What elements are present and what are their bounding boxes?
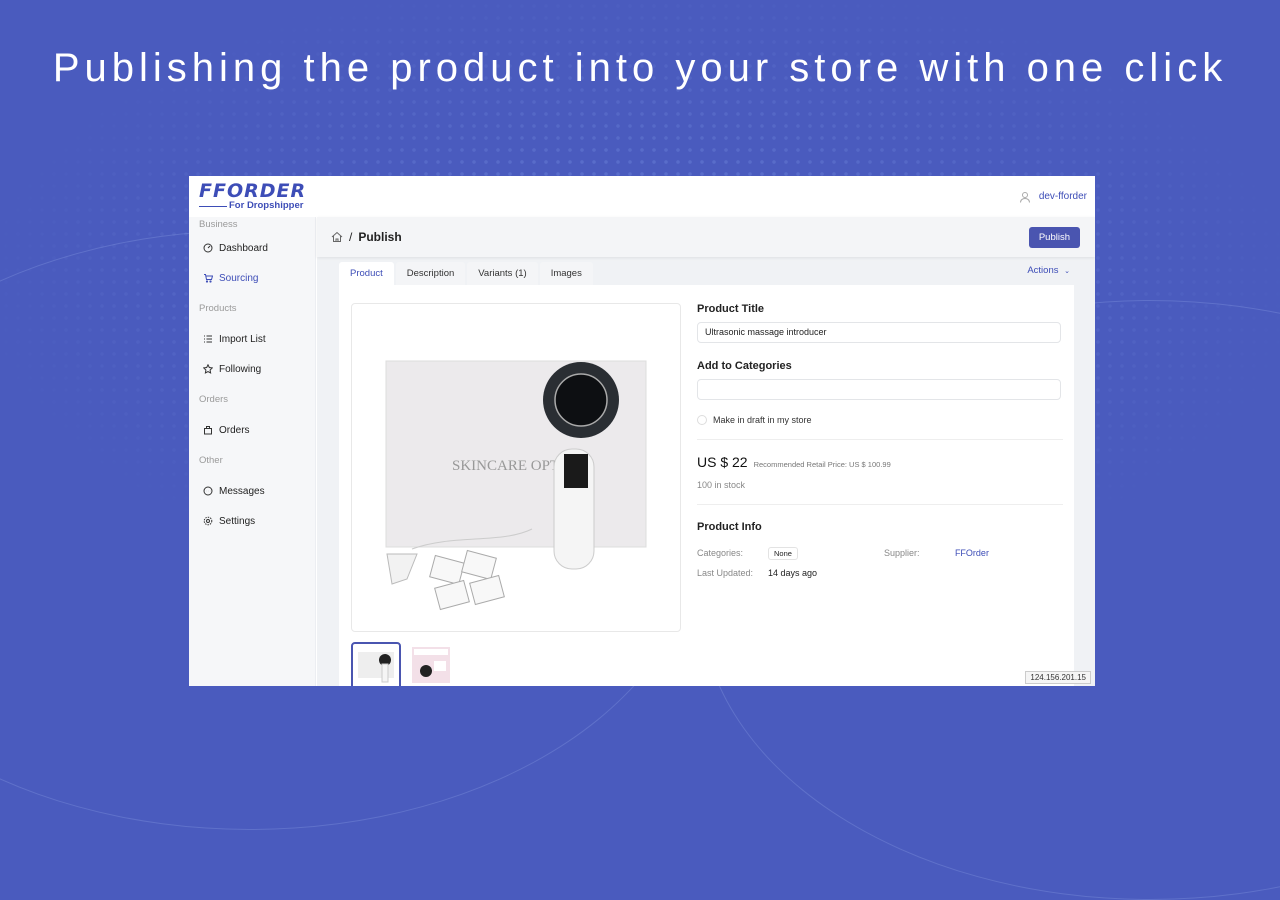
cart-icon xyxy=(204,274,213,283)
divider xyxy=(697,504,1063,505)
thumbnail[interactable] xyxy=(407,642,457,686)
thumbnail-image xyxy=(358,652,394,683)
radio-circle[interactable] xyxy=(697,415,707,425)
product-title-input[interactable]: Ultrasonic massage introducer xyxy=(697,322,1061,343)
thumbnail-strip xyxy=(351,642,457,686)
star-icon xyxy=(203,364,213,374)
product-panel: SKINCARE OPTIC Product Title Ultrasonic … xyxy=(339,285,1074,686)
categories-input[interactable] xyxy=(697,379,1061,400)
supplier-key: Supplier: xyxy=(883,548,920,558)
product-title-label: Product Title xyxy=(697,303,765,315)
sidebar-item-dashboard[interactable]: Dashboard xyxy=(189,233,315,263)
updated-value: 14 days ago xyxy=(768,568,818,578)
categories-key: Categories: xyxy=(697,548,744,558)
logo-sub: For Dropshipper xyxy=(199,201,306,211)
sidebar-item-label: Messages xyxy=(219,485,265,497)
sidebar-item-label: Following xyxy=(219,363,262,375)
gear-icon xyxy=(203,516,213,526)
user-menu[interactable]: dev-fforder xyxy=(1019,191,1087,203)
product-info-title: Product Info xyxy=(697,521,762,533)
sidebar-item-label: Import List xyxy=(219,333,266,345)
dashboard-icon xyxy=(203,243,213,253)
breadcrumb: / Publish xyxy=(331,230,402,244)
price-row: US $ 22 Recommended Retail Price: US $ 1… xyxy=(697,454,1063,470)
stock-count: 100 in stock xyxy=(697,480,746,490)
retail-price: Recommended Retail Price: US $ 100.99 xyxy=(753,460,891,469)
product-image[interactable]: SKINCARE OPTIC xyxy=(351,303,681,632)
supplier-link[interactable]: FFOrder xyxy=(955,548,989,558)
sidebar-item-import-list[interactable]: Import List xyxy=(189,324,315,354)
sidebar-item-label: Dashboard xyxy=(219,242,268,254)
sidebar-section-other: Other xyxy=(199,455,223,466)
logo-main: FFORDER xyxy=(199,180,307,203)
actions-label: Actions xyxy=(1027,265,1059,276)
categories-label: Add to Categories xyxy=(697,360,792,372)
product-photo: SKINCARE OPTIC xyxy=(385,360,647,611)
home-icon[interactable] xyxy=(331,231,343,243)
headline: Publishing the product into your store w… xyxy=(52,46,1228,90)
categories-tag: None xyxy=(768,546,798,560)
sidebar-item-messages[interactable]: Messages xyxy=(189,476,315,506)
sidebar-item-label: Settings xyxy=(219,515,256,527)
breadcrumb-bar: / Publish Publish xyxy=(317,217,1095,257)
sidebar-section-products: Products xyxy=(199,303,237,314)
draft-label: Make in draft in my store xyxy=(713,415,812,425)
bag-icon xyxy=(204,426,212,435)
price: US $ 22 xyxy=(697,454,748,470)
divider xyxy=(697,439,1063,440)
chevron-down-icon: ⌄ xyxy=(1064,268,1070,275)
app-window: FFORDER For Dropshipper dev-fforder Busi… xyxy=(189,176,1095,686)
tab-product[interactable]: Product xyxy=(339,262,394,285)
updated-key: Last Updated: xyxy=(697,568,754,578)
sidebar: Business Dashboard Sourcing Products Imp… xyxy=(189,217,316,686)
sidebar-item-orders[interactable]: Orders xyxy=(189,415,315,445)
ip-badge: 124.156.201.15 xyxy=(1025,671,1091,684)
tab-description[interactable]: Description xyxy=(395,262,466,285)
page-title: Publish xyxy=(358,230,402,244)
list-icon xyxy=(204,335,212,343)
tab-variants[interactable]: Variants (1) xyxy=(467,262,538,285)
sidebar-item-label: Orders xyxy=(219,424,250,436)
thumbnail-image xyxy=(412,647,450,683)
breadcrumb-separator: / xyxy=(349,230,353,244)
tab-bar: Product Description Variants (1) Images xyxy=(339,262,593,285)
sidebar-item-following[interactable]: Following xyxy=(189,354,315,384)
user-name: dev-fforder xyxy=(1038,191,1087,202)
info-row: Categories: None Supplier: FFOrder xyxy=(697,543,1063,563)
tab-images[interactable]: Images xyxy=(539,262,593,285)
thumbnail[interactable] xyxy=(351,642,401,686)
sidebar-item-sourcing[interactable]: Sourcing xyxy=(189,263,315,293)
product-form: Product Title Ultrasonic massage introdu… xyxy=(697,303,1063,583)
publish-button[interactable]: Publish xyxy=(1028,226,1080,248)
sidebar-section-business: Business xyxy=(199,219,238,230)
user-icon xyxy=(1019,191,1030,203)
draft-checkbox[interactable]: Make in draft in my store xyxy=(697,415,1063,425)
message-icon xyxy=(203,486,213,496)
actions-dropdown[interactable]: Actions ⌄ xyxy=(1027,265,1070,276)
logo[interactable]: FFORDER For Dropshipper xyxy=(199,182,306,211)
sidebar-item-settings[interactable]: Settings xyxy=(189,506,315,536)
topbar: FFORDER For Dropshipper dev-fforder xyxy=(189,176,1095,217)
main-content: / Publish Publish Product Description Va… xyxy=(317,217,1095,686)
sidebar-section-orders: Orders xyxy=(199,394,229,405)
sidebar-item-label: Sourcing xyxy=(219,272,259,284)
info-row: Last Updated: 14 days ago xyxy=(697,563,1063,583)
